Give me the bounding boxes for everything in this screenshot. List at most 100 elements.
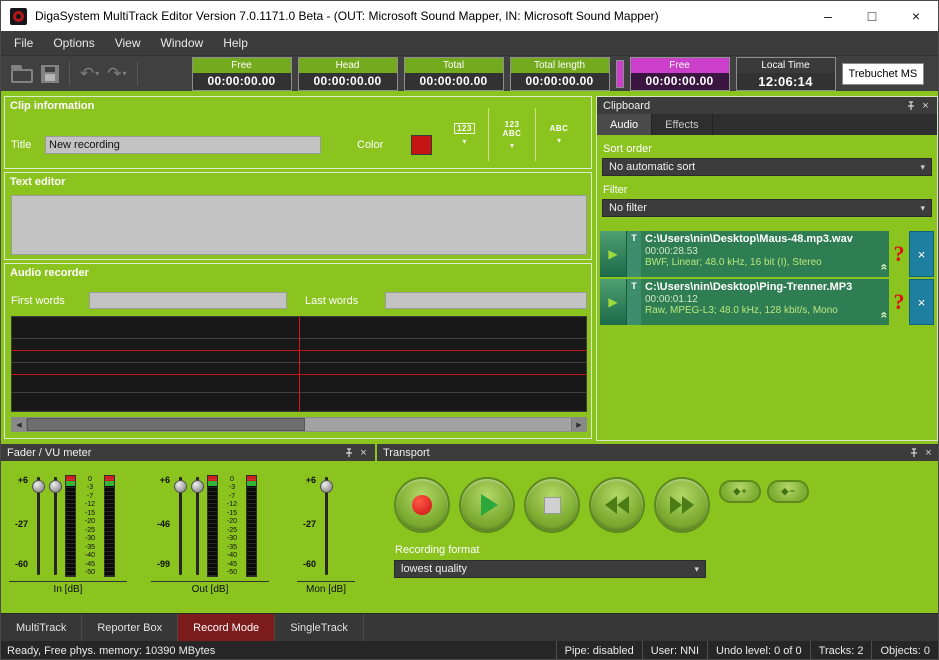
fader-knob[interactable]	[191, 480, 204, 493]
font-selector[interactable]: Trebuchet MS	[842, 63, 924, 85]
group-label: In [dB]	[9, 581, 127, 595]
fader-track	[190, 475, 205, 577]
status-user: User: NNI	[642, 641, 707, 660]
vu-meter-bar	[246, 475, 257, 577]
pin-icon[interactable]	[341, 445, 356, 460]
record-button[interactable]	[394, 477, 450, 533]
collapse-icon[interactable]: «	[878, 312, 889, 319]
recording-format-label: Recording format	[395, 544, 479, 556]
pin-icon[interactable]	[906, 445, 921, 460]
chevron-down-icon: ▾	[920, 162, 925, 173]
clipboard-entry[interactable]: ▶ T C:\Users\nin\Desktop\Maus-48.mp3.wav…	[600, 231, 934, 277]
redo-button[interactable]: ↷▾	[107, 59, 126, 89]
fader-knob[interactable]	[32, 480, 45, 493]
entry-duration: 00:00:28.53	[645, 246, 885, 257]
toolbar-separator	[69, 62, 70, 86]
fader-knob[interactable]	[49, 480, 62, 493]
rewind-button[interactable]	[589, 477, 645, 533]
open-button[interactable]	[11, 59, 33, 89]
remove-entry-button[interactable]: ×	[909, 231, 934, 277]
status-undo-level: Undo level: 0 of 0	[707, 641, 810, 660]
warning-question-icon: ?	[889, 231, 909, 277]
close-icon[interactable]: ×	[921, 445, 936, 460]
tab-singletrack[interactable]: SingleTrack	[275, 614, 364, 641]
play-button[interactable]	[459, 477, 515, 533]
numbers-text-format-button[interactable]: 123 ABC ▾	[488, 108, 535, 161]
transport-panel: Transport × ◆+ ◆− Recording format lowes…	[377, 444, 939, 613]
menu-options[interactable]: Options	[43, 31, 104, 55]
save-button[interactable]	[41, 59, 59, 89]
track-marker: T	[627, 231, 641, 277]
color-swatch-button[interactable]	[411, 135, 432, 155]
format-buttons: 123 ▾ 123 ABC ▾ ABC ▾	[441, 108, 582, 161]
tab-effects[interactable]: Effects	[652, 114, 712, 135]
recording-format-dropdown[interactable]: lowest quality ▾	[394, 560, 706, 578]
menu-view[interactable]: View	[105, 31, 151, 55]
fader-track	[48, 475, 63, 577]
chevron-down-icon: ▾	[920, 203, 925, 214]
scroll-right-button[interactable]: ▶	[571, 418, 586, 431]
play-button[interactable]: ▶	[600, 279, 627, 325]
transport-header: Transport ×	[377, 444, 939, 461]
stop-button[interactable]	[524, 477, 580, 533]
waveform-scrollbar[interactable]: ◀ ▶	[11, 417, 587, 432]
numbers-format-button[interactable]: 123 ▾	[441, 108, 488, 161]
panel-title: Text editor	[5, 173, 591, 188]
tab-record-mode[interactable]: Record Mode	[178, 614, 275, 641]
panel-title: Fader / VU meter	[7, 447, 341, 459]
add-marker-button[interactable]: ◆+	[719, 480, 761, 503]
last-words-input[interactable]	[385, 292, 587, 309]
undo-icon: ↶	[80, 65, 94, 82]
close-icon[interactable]: ×	[356, 445, 371, 460]
filter-label: Filter	[597, 176, 937, 199]
entry-body[interactable]: C:\Users\nin\Desktop\Ping-Trenner.MP3 00…	[641, 279, 889, 325]
first-words-input[interactable]	[89, 292, 287, 309]
menu-window[interactable]: Window	[151, 31, 214, 55]
panel-title: Audio recorder	[5, 264, 591, 279]
first-words-label: First words	[11, 295, 65, 307]
clipboard-entry[interactable]: ▶ T C:\Users\nin\Desktop\Ping-Trenner.MP…	[600, 279, 934, 325]
window-title: DigaSystem MultiTrack Editor Version 7.0…	[35, 9, 659, 23]
fast-forward-icon	[682, 496, 694, 514]
minimize-button[interactable]: –	[806, 1, 850, 31]
scrollbar-thumb[interactable]	[27, 418, 305, 431]
text-format-button[interactable]: ABC ▾	[535, 108, 582, 161]
diamond-icon: ◆	[733, 487, 740, 496]
fader-scale: +6 -46 -99	[151, 475, 171, 577]
entry-body[interactable]: C:\Users\nin\Desktop\Maus-48.mp3.wav 00:…	[641, 231, 889, 277]
menu-help[interactable]: Help	[213, 31, 258, 55]
text-editor-area[interactable]	[11, 195, 587, 255]
panel-title: Transport	[383, 447, 906, 459]
status-bar: Ready, Free phys. memory: 10390 MBytes P…	[1, 641, 938, 660]
tab-multitrack[interactable]: MultiTrack	[1, 614, 82, 641]
remove-entry-button[interactable]: ×	[909, 279, 934, 325]
waveform-display[interactable]	[11, 316, 587, 412]
vu-meter-scale: 0-3-7-12-15-20-25-30-35-40-45-50	[220, 475, 244, 577]
close-icon[interactable]: ×	[918, 98, 933, 113]
track-marker: T	[627, 279, 641, 325]
close-button[interactable]: ×	[894, 1, 938, 31]
tab-audio[interactable]: Audio	[597, 114, 652, 135]
collapse-icon[interactable]: «	[878, 264, 889, 271]
sort-order-dropdown[interactable]: No automatic sort ▾	[602, 158, 932, 176]
fast-forward-button[interactable]	[654, 477, 710, 533]
scroll-left-button[interactable]: ◀	[12, 418, 27, 431]
clip-title-input[interactable]	[45, 136, 321, 154]
clipboard-panel: Clipboard × Audio Effects Sort order No …	[596, 96, 938, 441]
pin-icon[interactable]	[903, 98, 918, 113]
audio-recorder-panel: Audio recorder First words Last words ◀ …	[4, 263, 592, 439]
maximize-button[interactable]: □	[850, 1, 894, 31]
group-label: Out [dB]	[151, 581, 269, 595]
remove-marker-button[interactable]: ◆−	[767, 480, 809, 503]
fader-knob[interactable]	[174, 480, 187, 493]
filter-dropdown[interactable]: No filter ▾	[602, 199, 932, 217]
time-displays: Free 00:00:00.00 Head 00:00:00.00 Total …	[192, 57, 924, 91]
tab-reporter-box[interactable]: Reporter Box	[82, 614, 178, 641]
redo-icon: ↷	[107, 65, 121, 82]
menu-file[interactable]: File	[4, 31, 43, 55]
play-button[interactable]: ▶	[600, 231, 627, 277]
sort-order-label: Sort order	[597, 135, 937, 158]
fader-knob[interactable]	[320, 480, 333, 493]
entry-duration: 00:00:01.12	[645, 294, 885, 305]
undo-button[interactable]: ↶▾	[80, 59, 99, 89]
